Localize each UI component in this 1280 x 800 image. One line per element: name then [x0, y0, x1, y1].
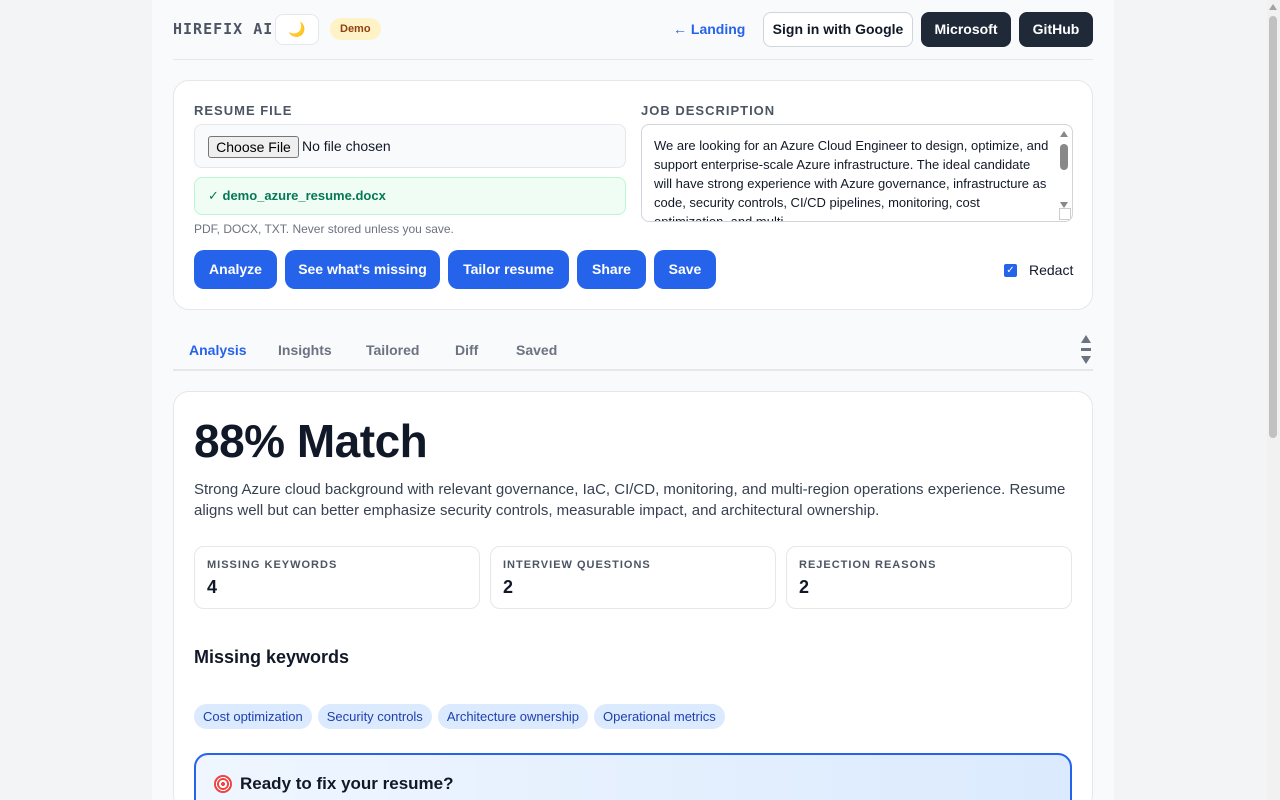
resume-file-input[interactable]: Choose File No file chosen — [194, 124, 626, 168]
missing-keywords-title: Missing keywords — [194, 647, 350, 667]
stat-value: 2 — [799, 577, 810, 597]
analysis-summary: Strong Azure cloud background with relev… — [194, 481, 1066, 519]
app-page: HIREFIX AI 🌙 Demo ← Landing Sign in with… — [152, 0, 1114, 800]
analysis-card: 88% Match Strong Azure cloud background … — [173, 391, 1093, 800]
tab-analysis[interactable]: Analysis — [189, 342, 247, 358]
keyword-chip: Operational metrics — [594, 704, 725, 729]
theme-toggle-button[interactable]: 🌙 — [275, 14, 319, 45]
see-missing-button[interactable]: See what's missing — [285, 250, 440, 289]
stat-label: INTERVIEW QUESTIONS — [503, 559, 651, 571]
microsoft-button[interactable]: Microsoft — [921, 12, 1011, 47]
sign-in-google-button[interactable]: Sign in with Google — [763, 12, 913, 47]
page-scrollbar[interactable] — [1267, 0, 1280, 800]
redact-toggle[interactable]: ✓ Redact — [1004, 262, 1073, 278]
textarea-scrollbar[interactable] — [1058, 128, 1070, 208]
keyword-chips: Cost optimization Security controls Arch… — [194, 704, 725, 729]
demo-badge: Demo — [330, 18, 381, 40]
tab-bar: Analysis Insights Tailored Diff Saved — [173, 330, 1093, 371]
choose-file-button[interactable]: Choose File — [208, 136, 299, 158]
tab-insights[interactable]: Insights — [278, 342, 332, 358]
stat-label: REJECTION REASONS — [799, 559, 937, 571]
keyword-chip: Architecture ownership — [437, 704, 589, 729]
stat-value: 4 — [207, 577, 218, 597]
scrollbar-thumb[interactable] — [1269, 16, 1277, 438]
uploaded-file-notice: ✓ demo_azure_resume.docx — [194, 177, 626, 215]
share-button[interactable]: Share — [577, 250, 646, 289]
landing-link[interactable]: ← Landing — [673, 21, 745, 37]
resize-handle-icon[interactable] — [1059, 208, 1071, 220]
file-status-text: No file chosen — [302, 138, 391, 154]
save-button[interactable]: Save — [654, 250, 716, 289]
stat-value: 2 — [503, 577, 514, 597]
stat-rejection-reasons: REJECTION REASONS 2 — [786, 546, 1072, 609]
analyze-button[interactable]: Analyze — [194, 250, 277, 289]
tab-scroll-icon[interactable] — [1080, 335, 1092, 367]
match-score: 88% Match — [194, 415, 428, 467]
file-hint: PDF, DOCX, TXT. Never stored unless you … — [194, 222, 454, 236]
brand-logo: HIREFIX AI — [173, 20, 274, 38]
redact-label: Redact — [1029, 262, 1074, 278]
stat-label: MISSING KEYWORDS — [207, 559, 338, 571]
keyword-chip: Cost optimization — [194, 704, 312, 729]
callout-title: Ready to fix your resume? — [240, 774, 454, 793]
moon-icon: 🌙 — [288, 21, 306, 37]
tailor-resume-button[interactable]: Tailor resume — [448, 250, 569, 289]
resume-file-label: RESUME FILE — [194, 103, 293, 118]
tab-diff[interactable]: Diff — [455, 342, 478, 358]
tab-saved[interactable]: Saved — [516, 342, 557, 358]
github-button[interactable]: GitHub — [1019, 12, 1093, 47]
header: HIREFIX AI 🌙 Demo ← Landing Sign in with… — [173, 0, 1093, 60]
tab-tailored[interactable]: Tailored — [366, 342, 419, 358]
upload-card: RESUME FILE Choose File No file chosen ✓… — [173, 80, 1093, 310]
fix-resume-callout: Ready to fix your resume? — [194, 753, 1072, 800]
keyword-chip: Security controls — [317, 704, 432, 729]
target-icon — [214, 775, 232, 793]
job-description-textarea[interactable]: We are looking for an Azure Cloud Engine… — [641, 124, 1073, 222]
job-description-label: JOB DESCRIPTION — [641, 103, 776, 118]
stat-missing-keywords: MISSING KEYWORDS 4 — [194, 546, 480, 609]
redact-checkbox[interactable]: ✓ — [1004, 263, 1017, 277]
stat-interview-questions: INTERVIEW QUESTIONS 2 — [490, 546, 776, 609]
job-description-text: We are looking for an Azure Cloud Engine… — [654, 138, 1049, 222]
